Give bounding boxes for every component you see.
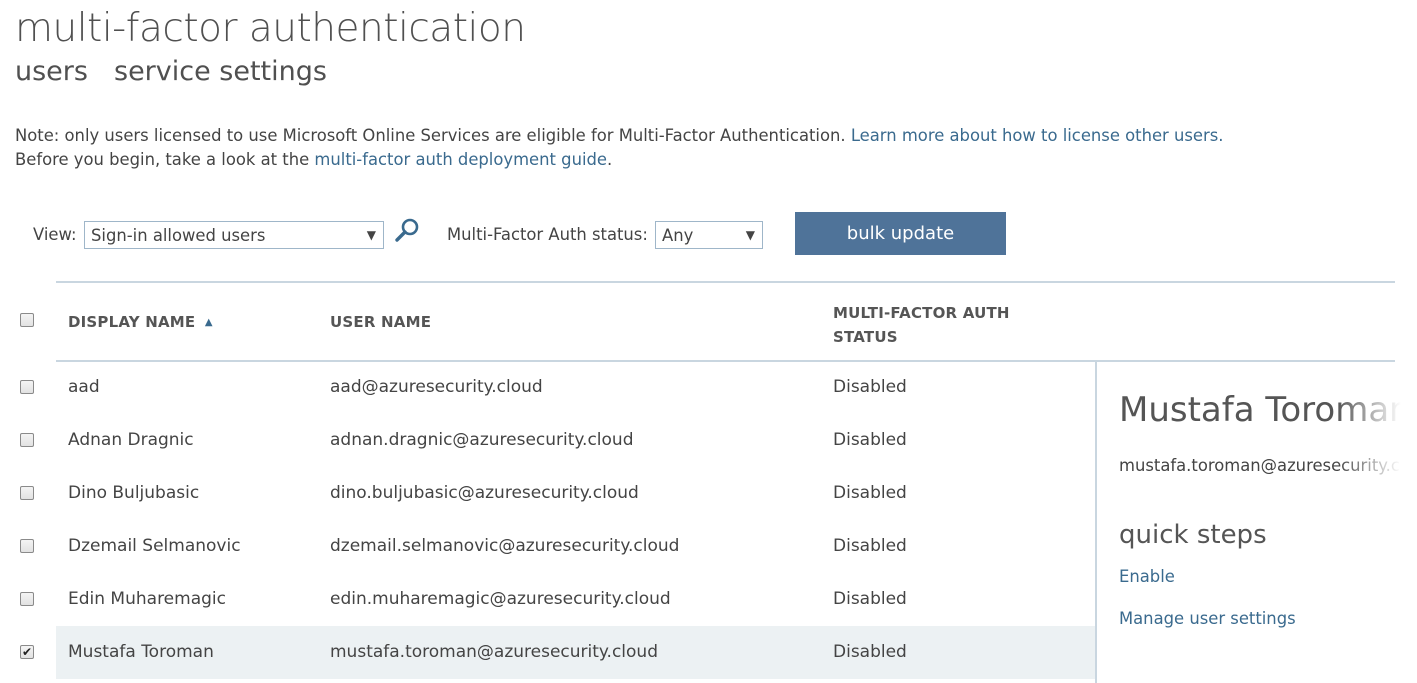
deployment-note-end: . (607, 150, 613, 169)
display-name-cell: Adnan Dragnic (68, 430, 194, 450)
tab-users[interactable]: users (15, 56, 88, 87)
panel-fade-overlay (1337, 380, 1417, 500)
select-all-checkbox[interactable] (20, 313, 34, 327)
column-header-display-name[interactable]: DISPLAY NAME ▲ (68, 313, 213, 331)
column-header-mfa-status[interactable]: MULTI-FACTOR AUTH STATUS (833, 301, 1010, 349)
row-checkbox[interactable] (20, 592, 34, 606)
view-label: View: (33, 225, 77, 244)
status-cell: Disabled (833, 589, 907, 609)
mfa-status-select[interactable]: Any ▼ (655, 221, 763, 249)
user-name-cell: aad@azuresecurity.cloud (330, 377, 543, 397)
display-name-cell: Dino Buljubasic (68, 483, 200, 503)
row-checkbox-checked[interactable]: ✔ (20, 645, 34, 659)
table-row[interactable]: Adnan Dragnic adnan.dragnic@azuresecurit… (0, 414, 1095, 467)
status-cell: Disabled (833, 430, 907, 450)
row-checkbox[interactable] (20, 486, 34, 500)
column-header-mfa-status-line2: STATUS (833, 328, 898, 346)
column-header-user-name[interactable]: USER NAME (330, 313, 431, 331)
status-cell: Disabled (833, 483, 907, 503)
status-cell: Disabled (833, 642, 907, 662)
mfa-status-select-value: Any (662, 226, 694, 245)
display-name-cell: aad (68, 377, 100, 397)
user-name-cell: dzemail.selmanovic@azuresecurity.cloud (330, 536, 680, 556)
page-title: multi-factor authentication (15, 6, 526, 51)
column-header-mfa-status-line1: MULTI-FACTOR AUTH (833, 304, 1010, 322)
search-icon[interactable] (394, 216, 422, 244)
view-select[interactable]: Sign-in allowed users ▼ (84, 221, 384, 249)
license-learn-more-link[interactable]: Learn more about how to license other us… (851, 126, 1224, 145)
license-note-text: Note: only users licensed to use Microso… (15, 126, 846, 145)
table-row[interactable]: aad aad@azuresecurity.cloud Disabled (0, 361, 1095, 414)
chevron-down-icon: ▼ (745, 228, 755, 242)
user-name-cell: adnan.dragnic@azuresecurity.cloud (330, 430, 634, 450)
user-name-cell: dino.buljubasic@azuresecurity.cloud (330, 483, 639, 503)
column-header-display-name-label: DISPLAY NAME (68, 313, 196, 331)
user-details-panel: Mustafa Toroman mustafa.toroman@azuresec… (1097, 362, 1417, 683)
view-select-value: Sign-in allowed users (91, 226, 266, 245)
tab-service-settings[interactable]: service settings (114, 56, 327, 87)
table-row[interactable]: Edin Muharemagic edin.muharemagic@azures… (0, 573, 1095, 626)
row-checkbox[interactable] (20, 380, 34, 394)
mfa-status-label: Multi-Factor Auth status: (447, 225, 648, 244)
row-checkbox[interactable] (20, 433, 34, 447)
table-top-divider (56, 281, 1395, 283)
status-cell: Disabled (833, 377, 907, 397)
deployment-guide-link[interactable]: multi-factor auth deployment guide (314, 150, 607, 169)
chevron-down-icon: ▼ (366, 228, 376, 242)
quick-steps-title: quick steps (1119, 520, 1267, 550)
status-cell: Disabled (833, 536, 907, 556)
user-name-cell: edin.muharemagic@azuresecurity.cloud (330, 589, 671, 609)
table-row-selected[interactable]: ✔ Mustafa Toroman mustafa.toroman@azures… (0, 626, 1095, 679)
manage-user-settings-link[interactable]: Manage user settings (1119, 609, 1296, 628)
table-row[interactable]: Dzemail Selmanovic dzemail.selmanovic@az… (0, 520, 1095, 573)
display-name-cell: Edin Muharemagic (68, 589, 226, 609)
user-name-cell: mustafa.toroman@azuresecurity.cloud (330, 642, 658, 662)
bulk-update-button[interactable]: bulk update (795, 212, 1006, 255)
row-checkbox[interactable] (20, 539, 34, 553)
enable-link[interactable]: Enable (1119, 567, 1175, 586)
deployment-note-text: Before you begin, take a look at the (15, 150, 310, 169)
display-name-cell: Mustafa Toroman (68, 642, 214, 662)
display-name-cell: Dzemail Selmanovic (68, 536, 241, 556)
deployment-note: Before you begin, take a look at the mul… (15, 150, 612, 169)
license-note: Note: only users licensed to use Microso… (15, 126, 1224, 145)
table-row[interactable]: Dino Buljubasic dino.buljubasic@azuresec… (0, 467, 1095, 520)
sort-ascending-icon: ▲ (204, 317, 213, 328)
